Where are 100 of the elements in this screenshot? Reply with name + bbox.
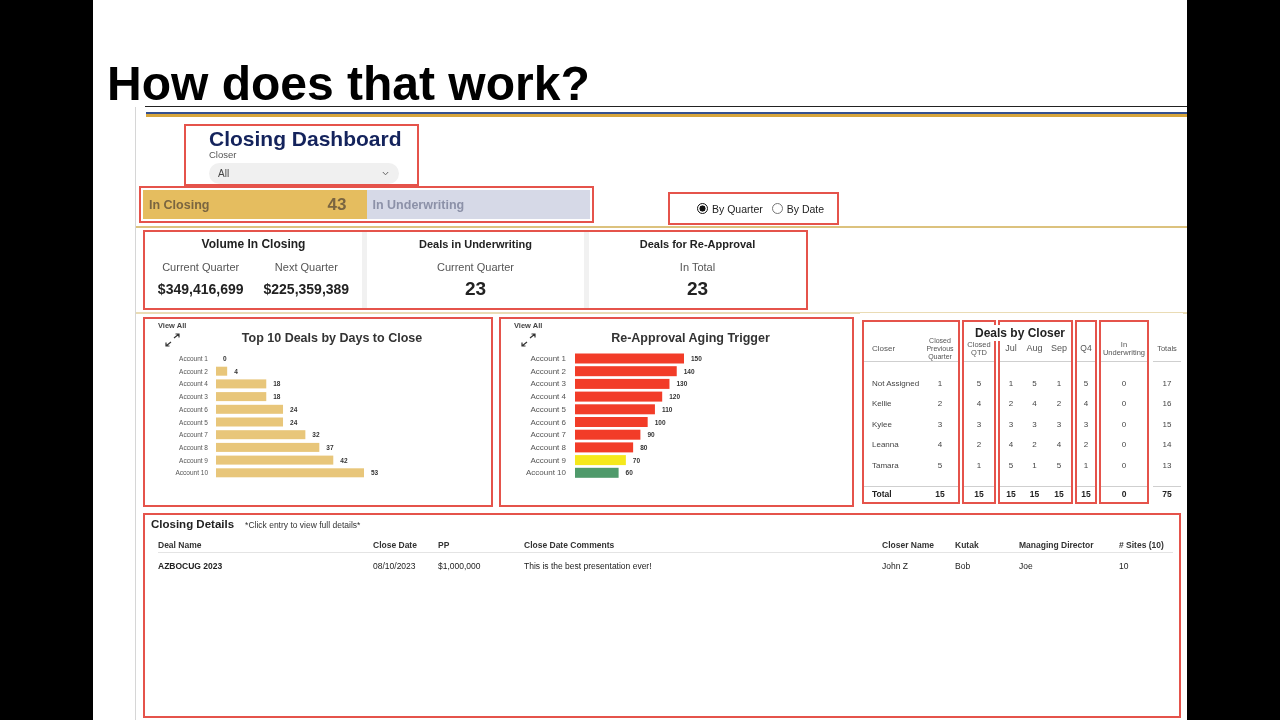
table-cell-text: 3 [1055,418,1063,431]
metric-value: 23 [686,279,709,299]
table-cell-text: 2 [936,398,944,411]
total-cell-text: 75 [1161,488,1173,501]
table-cell: $1,000,000 [438,561,481,571]
table-cell-text: 2 [1055,398,1063,411]
table-cell-text: 5 [1031,377,1038,390]
column-header: Close Date Comments [524,539,615,550]
panel-title: Closing Details [151,518,235,530]
metric-label: Next Quarter [274,260,338,274]
table-cell: This is the best presentation ever! [524,561,652,571]
table-cell-text: 5 [975,377,983,390]
slide-title: How does that work? [107,62,590,106]
total-cell-text: 15 [1028,488,1041,501]
dropdown-label: Closer [209,150,237,160]
category-label: Account 7 [530,430,566,440]
table-cell-text: 3 [1007,418,1015,431]
column-header: Q4 [1080,344,1092,354]
bar [575,467,619,478]
bar [575,455,626,466]
table-cell: John Z [882,561,908,571]
chart-title: Re-Approval Aging Trigger [610,331,771,347]
table-cell-text: 4 [1082,398,1090,411]
table-cell-text: 0 [1120,418,1128,431]
table-cell-text: 1 [1082,459,1090,472]
dashboard-title: Closing Dashboard [209,128,402,150]
table-cell-text: 5 [1007,459,1015,472]
table-cell-text: Tamara [871,459,900,472]
table-cell: Bob [955,561,971,571]
radio-option[interactable]: By Date [771,202,825,215]
table-cell-text: 17 [1161,377,1173,390]
table-cell: 10 [1119,561,1129,571]
column-header: PP [438,539,450,550]
table-cell-text: 1 [1031,459,1038,472]
category-label: Account 5 [530,404,566,414]
metric-value: $349,416,699 [157,280,244,299]
radio-option[interactable]: By Quarter [697,202,763,215]
table-cell-text: 2 [1007,398,1015,411]
table-cell-text: Not Assigned [871,377,921,390]
table-cell-text: 0 [1120,377,1128,390]
category-label: Account 1 [530,354,566,363]
table-cell-text: 3 [936,418,944,431]
table-cell-text: 1 [1007,377,1015,390]
table-cell-text: 3 [975,418,983,431]
bar [216,417,283,427]
table-cell-text: Kellie [871,398,893,411]
column-header: Sep [1051,344,1067,354]
bar [575,429,641,440]
panel-note: *Click entry to view full details* [245,520,361,530]
category-label: Account 6 [530,417,566,427]
table-cell-text: 5 [1082,377,1090,390]
table-cell: AZBOCUG 2023 [158,561,223,571]
column-header: Kutak [955,539,979,550]
table-cell-text: 1 [1055,377,1063,390]
table-cell-text: 4 [975,398,983,411]
table-cell-text: 2 [1082,439,1090,452]
category-label: Account 2 [530,366,566,376]
expand-icon[interactable] [165,333,180,347]
kpi-title: Volume In Closing [201,237,306,251]
total-cell-text: 0 [1120,488,1128,501]
total-cell-text: 15 [1053,488,1065,501]
table-cell-text: 1 [975,459,983,472]
table-cell-text: 4 [1055,439,1063,452]
metric-label: Current Quarter [162,260,240,274]
table-title: Deals by Closer [973,325,1068,341]
total-cell-text: 15 [934,488,946,501]
column-header: Jul [1005,344,1017,354]
table-cell-text: 13 [1161,459,1173,472]
table-cell-text: 2 [975,439,983,452]
column-header: Closer [872,344,896,354]
table-cell: 08/10/2023 [373,561,416,571]
category-label: Account 9 [530,455,566,465]
metric-label: In Total [679,260,716,274]
tab-count: 43 [327,194,347,215]
metric-value: 23 [464,279,487,299]
column-header: Closer Name [882,539,934,550]
bar [216,392,267,402]
table-cell: Joe [1019,561,1033,571]
category-label: Account 3 [530,379,566,389]
column-header: Close Date [373,539,417,550]
category-label: Account 8 [530,442,566,452]
table-cell-text: 1 [936,377,944,390]
table-cell-text: 0 [1120,459,1128,472]
table-cell-text: 5 [936,459,944,472]
closer-dropdown[interactable]: All [209,163,399,184]
chevron-down-icon [382,171,389,176]
table-cell-text: 4 [1007,439,1015,452]
column-header: Aug [1026,344,1043,354]
bar [216,404,283,414]
column-header: Managing Director [1019,539,1094,550]
table-cell-text: 4 [936,439,944,452]
bar [216,379,267,389]
expand-icon[interactable] [521,333,536,347]
kpi-title: Deals for Re-Approval [639,237,756,251]
category-label: Account 10 [525,468,566,478]
total-cell-text: Total [871,488,893,501]
table-cell-text: 4 [1031,398,1038,411]
table-cell-text: 5 [1055,459,1063,472]
table-cell-text: 2 [1031,439,1038,452]
table-cell-text: 16 [1161,398,1173,411]
